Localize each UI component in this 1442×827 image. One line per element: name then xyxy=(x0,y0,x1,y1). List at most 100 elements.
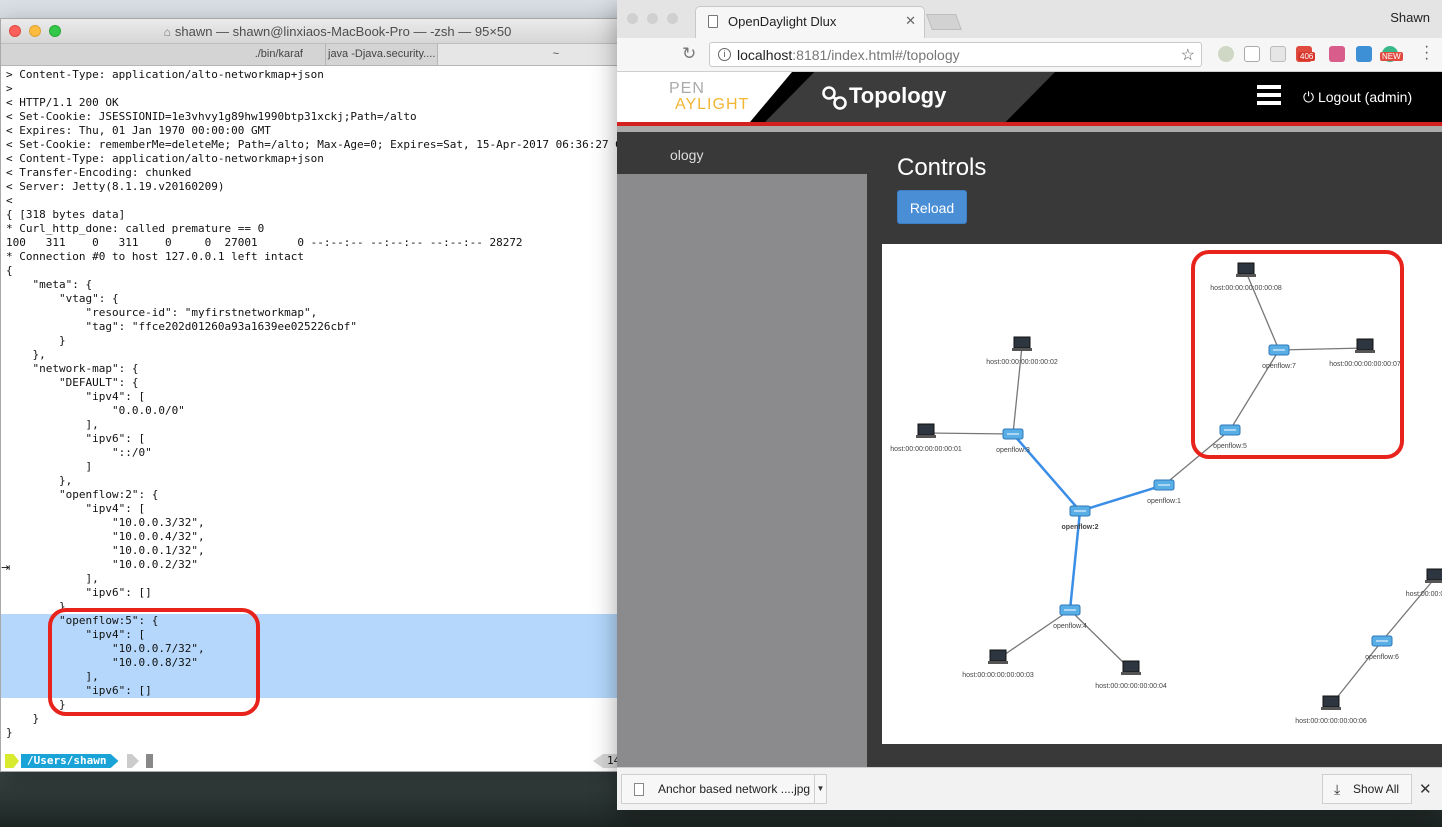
laptop-icon xyxy=(917,423,935,436)
logo-line-2: AYLIGHT xyxy=(675,96,750,113)
extension-doc-icon[interactable] xyxy=(1244,46,1260,62)
file-icon xyxy=(634,783,644,796)
laptop-icon xyxy=(1426,568,1442,581)
laptop-icon xyxy=(1122,660,1140,673)
terminal-line: } xyxy=(6,726,13,739)
download-shelf: Anchor based network ....jpg ▼ ⤓ Show All… xyxy=(617,767,1442,810)
terminal-line: < xyxy=(6,194,13,207)
hamburger-menu-icon[interactable] xyxy=(1257,85,1281,105)
terminal-line: "10.0.0.1/32", xyxy=(6,544,205,557)
host-node[interactable]: host:00:00:00:00:00:03 xyxy=(962,649,1034,679)
extension-shield-icon[interactable] xyxy=(1270,46,1286,62)
reload-button[interactable]: Reload xyxy=(897,190,967,224)
opendaylight-logo: PEN AYLIGHT xyxy=(617,72,792,122)
laptop-base xyxy=(1425,580,1442,583)
browser-tab-strip: OpenDaylight Dlux ✕ Shawn xyxy=(617,0,1442,38)
laptop-base xyxy=(916,435,936,438)
terminal-line: < Expires: Thu, 01 Jan 1970 00:00:00 GMT xyxy=(6,124,271,137)
chevron-down-icon[interactable]: ▼ xyxy=(814,775,826,803)
close-tab-icon[interactable]: ✕ xyxy=(905,13,916,29)
page-title-panel: Topology xyxy=(765,72,1055,122)
laptop-icon xyxy=(1013,336,1031,349)
terminal-line: } xyxy=(6,334,66,347)
topology-link xyxy=(997,609,1071,660)
terminal-line: < Set-Cookie: rememberMe=deleteMe; Path=… xyxy=(6,138,636,151)
close-window-button-inactive[interactable] xyxy=(627,13,638,24)
laptop-icon xyxy=(989,649,1007,662)
topology-link xyxy=(1330,640,1383,706)
page-icon xyxy=(708,15,718,28)
download-arrow-icon: ⤓ xyxy=(1334,781,1341,797)
terminal-line: < HTTP/1.1 200 OK xyxy=(6,96,119,109)
topology-link xyxy=(925,432,1014,435)
browser-toolbar: ↻ i localhost:8181/index.html#/topology … xyxy=(617,38,1442,72)
profile-name[interactable]: Shawn xyxy=(1390,10,1430,25)
browser-menu-icon[interactable]: · · · xyxy=(1424,39,1429,67)
switch-node[interactable]: openflow:1 xyxy=(1147,479,1181,505)
controls-heading: Controls xyxy=(897,154,987,181)
sidebar-item-topology[interactable]: ology xyxy=(670,147,703,163)
terminal-line: ] xyxy=(6,460,93,473)
terminal-line: * Connection #0 to host 127.0.0.1 left i… xyxy=(6,250,305,263)
extension-arrow-icon[interactable] xyxy=(1356,46,1372,62)
reload-icon[interactable]: ↻ xyxy=(682,44,696,64)
minimize-window-button-inactive[interactable] xyxy=(647,13,658,24)
terminal-title-text: shawn — shawn@linxiaos-MacBook-Pro — -zs… xyxy=(174,24,512,39)
node-label: host:00:00:00:00:00:06 xyxy=(1295,718,1367,725)
terminal-tab-java[interactable]: java -Djava.security.... xyxy=(326,44,438,65)
terminal-line: "10.0.0.3/32", xyxy=(6,516,205,529)
host-node[interactable]: host:00:00:00:00:00:06 xyxy=(1295,695,1367,725)
node-label: openflow:4 xyxy=(1053,623,1087,630)
show-all-button[interactable]: ⤓ Show All xyxy=(1322,774,1412,804)
bookmark-star-icon[interactable]: ☆ xyxy=(1181,45,1195,65)
host-node[interactable]: host:00:00:00:00:00:04 xyxy=(1095,660,1167,690)
extension-circle-icon[interactable] xyxy=(1218,46,1234,62)
terminal-line: "::/0" xyxy=(6,446,152,459)
gmail-badge: 406 xyxy=(1298,52,1316,61)
power-icon: ⏻ xyxy=(1303,89,1318,105)
node-label: host:00:00:00:00:00:01 xyxy=(890,446,962,453)
address-bar[interactable]: i localhost:8181/index.html#/topology ☆ xyxy=(709,42,1202,67)
url-host: localhost xyxy=(737,47,793,63)
laptop-base xyxy=(1012,348,1032,351)
node-label: openflow:2 xyxy=(1062,524,1099,531)
terminal-title: ⌂ shawn — shawn@linxiaos-MacBook-Pro — -z… xyxy=(1,24,674,39)
terminal-tab-karaf[interactable]: ./bin/karaf xyxy=(1,44,326,65)
switch-node[interactable]: openflow:3 xyxy=(996,428,1030,454)
logout-button[interactable]: ⏻ Logout (admin) xyxy=(1303,89,1412,106)
node-label: host:00:00:0 xyxy=(1406,591,1442,598)
terminal-line: { [318 bytes data] xyxy=(6,208,126,221)
browser-tab-odl[interactable]: OpenDaylight Dlux ✕ xyxy=(695,6,925,38)
new-tab-button[interactable] xyxy=(926,14,962,30)
host-node[interactable]: host:00:00:00:00:00:01 xyxy=(890,423,962,453)
prompt-tail-icon xyxy=(127,754,139,768)
topology-link xyxy=(1381,577,1436,642)
topology-link xyxy=(1012,433,1081,512)
terminal-line: "DEFAULT": { xyxy=(6,376,139,389)
prompt-arrow-icon xyxy=(5,754,19,768)
terminal-line: "meta": { xyxy=(6,278,93,291)
terminal-line: * Curl_http_done: called premature == 0 xyxy=(6,222,265,235)
terminal-titlebar[interactable]: ⌂ shawn — shawn@linxiaos-MacBook-Pro — -z… xyxy=(1,19,674,44)
terminal-line: < Content-Type: application/alto-network… xyxy=(6,152,324,165)
switch-node[interactable]: openflow:6 xyxy=(1365,635,1399,661)
terminal-line: 100 311 0 311 0 0 27001 0 --:--:-- --:--… xyxy=(6,236,523,249)
terminal-line: "tag": "ffce202d01260a93a1639ee025226cbf… xyxy=(6,320,357,333)
info-icon[interactable]: i xyxy=(718,48,731,61)
odl-header: PEN AYLIGHT Topology ⏻ Logout (admin) xyxy=(617,72,1442,122)
terminal-line: "ipv6": [] xyxy=(6,586,152,599)
terminal-line: "network-map": { xyxy=(6,362,139,375)
extension-m-icon[interactable] xyxy=(1329,46,1345,62)
laptop-base xyxy=(1321,707,1341,710)
laptop-icon xyxy=(1322,695,1340,708)
zoom-window-button-inactive[interactable] xyxy=(667,13,678,24)
sidebar-panel xyxy=(617,174,867,774)
terminal-line: "10.0.0.4/32", xyxy=(6,530,205,543)
browser-tab-title: OpenDaylight Dlux xyxy=(728,14,837,29)
show-all-label: Show All xyxy=(1353,782,1400,796)
terminal-line: ], xyxy=(6,572,99,585)
close-download-shelf-icon[interactable]: ✕ xyxy=(1419,780,1432,798)
download-item[interactable]: Anchor based network ....jpg ▼ xyxy=(621,774,827,804)
terminal-line: < Set-Cookie: JSESSIONID=1e3vhvy1g89hw19… xyxy=(6,110,417,123)
host-node[interactable]: host:00:00:0 xyxy=(1406,568,1442,598)
